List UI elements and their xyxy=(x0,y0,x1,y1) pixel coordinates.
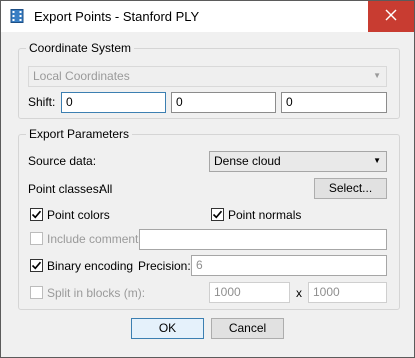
close-button[interactable] xyxy=(368,1,414,32)
point-classes-label: Point classes: xyxy=(28,182,103,196)
checkmark-icon xyxy=(212,210,223,219)
point-classes-value: All xyxy=(99,182,113,196)
coordinate-system-title: Coordinate System xyxy=(26,41,135,55)
source-data-value: Dense cloud xyxy=(214,154,281,168)
block-size-x-input[interactable]: 1000 xyxy=(209,282,290,303)
chevron-down-icon: ▼ xyxy=(373,156,381,165)
source-data-select[interactable]: Dense cloud ▼ xyxy=(209,151,387,172)
checkmark-icon xyxy=(31,261,42,270)
shift-x-input[interactable]: 0 xyxy=(61,92,166,113)
block-size-separator: x xyxy=(296,286,302,300)
export-parameters-title: Export Parameters xyxy=(26,127,133,141)
close-icon xyxy=(385,9,397,24)
shift-y-input[interactable]: 0 xyxy=(171,92,276,113)
split-blocks-label[interactable]: Split in blocks (m): xyxy=(47,285,145,301)
precision-label: Precision: xyxy=(138,259,191,273)
source-data-label: Source data: xyxy=(28,154,97,168)
chevron-down-icon: ▼ xyxy=(373,71,381,80)
cancel-button[interactable]: Cancel xyxy=(211,318,284,339)
point-normals-checkbox[interactable] xyxy=(211,208,224,221)
export-points-dialog: Export Points - Stanford PLY Coordinate … xyxy=(0,0,415,358)
shift-z-input[interactable]: 0 xyxy=(281,92,387,113)
crs-select[interactable]: Local Coordinates ▼ xyxy=(28,66,387,87)
include-comment-label[interactable]: Include comment xyxy=(47,231,138,247)
title-bar[interactable]: Export Points - Stanford PLY xyxy=(1,1,414,32)
binary-encoding-checkbox[interactable] xyxy=(30,259,43,272)
window-title: Export Points - Stanford PLY xyxy=(34,9,200,24)
checkmark-icon xyxy=(31,210,42,219)
point-normals-label[interactable]: Point normals xyxy=(228,207,301,223)
shift-label: Shift: xyxy=(28,95,56,109)
precision-input[interactable]: 6 xyxy=(191,255,387,276)
block-size-y-input[interactable]: 1000 xyxy=(308,282,387,303)
include-comment-checkbox[interactable] xyxy=(30,232,43,245)
comment-input[interactable] xyxy=(139,229,387,250)
crs-value: Local Coordinates xyxy=(33,69,130,83)
ok-button[interactable]: OK xyxy=(131,318,204,339)
film-icon xyxy=(10,9,24,23)
select-classes-button[interactable]: Select... xyxy=(314,178,387,199)
split-blocks-checkbox[interactable] xyxy=(30,286,43,299)
binary-encoding-label[interactable]: Binary encoding xyxy=(47,258,133,274)
point-colors-checkbox[interactable] xyxy=(30,208,43,221)
point-colors-label[interactable]: Point colors xyxy=(47,207,110,223)
